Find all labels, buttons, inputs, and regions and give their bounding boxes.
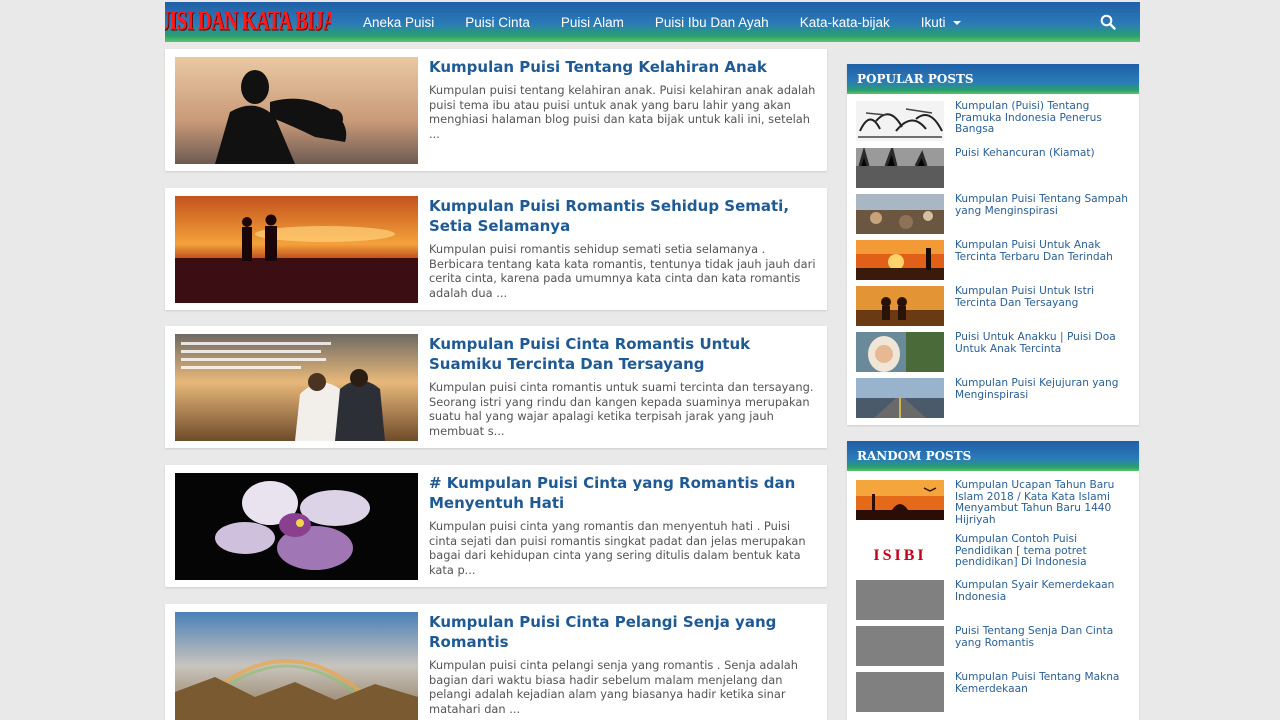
random-post-title: Kumpulan Puisi Tentang Makna Kemerdekaan (955, 671, 1120, 695)
post-card: # Kumpulan Puisi Cinta yang Romantis dan… (165, 465, 827, 587)
isibi-text: ISIBI (873, 547, 926, 564)
post-thumbnail[interactable] (175, 196, 418, 303)
random-post-item[interactable]: Kumpulan Ucapan Tahun Baru Islam 2018 / … (856, 479, 1136, 526)
popular-post-thumbnail (856, 286, 944, 326)
random-post-item[interactable]: ISIBI Kumpulan Contoh Puisi Pendidikan [… (856, 533, 1136, 574)
chevron-down-icon (952, 20, 961, 25)
popular-post-thumbnail (856, 240, 944, 280)
nav-kata-kata-bijak[interactable]: Kata-kata-bijak (800, 15, 890, 30)
random-posts-widget: RANDOM POSTS Kumpulan Ucapan Tahun Baru … (847, 441, 1139, 720)
post-excerpt: Kumpulan puisi cinta romantis untuk suam… (429, 380, 814, 438)
popular-post-item[interactable]: Kumpulan Puisi Untuk Anak Tercinta Terba… (856, 239, 1136, 280)
popular-post-title: Kumpulan (Puisi) Tentang Pramuka Indones… (955, 100, 1102, 136)
random-post-title: Puisi Tentang Senja Dan Cinta yang Roman… (955, 625, 1114, 649)
random-post-thumbnail (856, 672, 944, 712)
random-post-title: Kumpulan Contoh Puisi Pendidikan [ tema … (955, 533, 1087, 569)
nav-ikuti-dropdown[interactable]: Ikuti (921, 15, 961, 30)
post-thumbnail[interactable] (175, 57, 418, 164)
post-thumbnail[interactable] (175, 612, 418, 720)
popular-post-thumbnail (856, 194, 944, 234)
post-excerpt: Kumpulan puisi romantis sehidup semati s… (429, 242, 816, 300)
random-post-thumbnail (856, 580, 944, 620)
post-title[interactable]: Kumpulan Puisi Romantis Sehidup Semati, … (429, 196, 819, 236)
popular-post-item[interactable]: Kumpulan Puisi Kejujuran yang Menginspir… (856, 377, 1136, 418)
popular-post-thumbnail (856, 148, 944, 188)
popular-post-item[interactable]: Puisi Kehancuran (Kiamat) (856, 147, 1136, 188)
post-title[interactable]: Kumpulan Puisi Cinta Romantis Untuk Suam… (429, 334, 819, 374)
random-post-thumbnail: ISIBI (856, 534, 944, 574)
post-excerpt: Kumpulan puisi cinta pelangi senja yang … (429, 658, 798, 716)
top-navbar: PUISI DAN KATA BIJAK Aneka Puisi Puisi C… (165, 2, 1140, 42)
post-card: Kumpulan Puisi Cinta Pelangi Senja yang … (165, 604, 827, 720)
site-logo[interactable]: PUISI DAN KATA BIJAK (165, 0, 331, 51)
popular-post-title: Kumpulan Puisi Kejujuran yang Menginspir… (955, 377, 1119, 401)
random-posts-heading: RANDOM POSTS (847, 441, 1139, 471)
post-thumbnail[interactable] (175, 473, 418, 580)
post-excerpt: Kumpulan puisi tentang kelahiran anak. P… (429, 83, 816, 141)
popular-post-item[interactable]: Kumpulan Puisi Tentang Sampah yang Mengi… (856, 193, 1136, 234)
popular-post-thumbnail (856, 378, 944, 418)
post-thumbnail[interactable] (175, 334, 418, 441)
random-post-item[interactable]: Kumpulan Puisi Tentang Makna Kemerdekaan (856, 671, 1136, 712)
search-icon[interactable] (1100, 14, 1116, 30)
nav-puisi-ibu-dan-ayah[interactable]: Puisi Ibu Dan Ayah (655, 15, 769, 30)
nav-puisi-cinta[interactable]: Puisi Cinta (465, 15, 530, 30)
random-post-title: Kumpulan Ucapan Tahun Baru Islam 2018 / … (955, 479, 1115, 527)
post-card: Kumpulan Puisi Romantis Sehidup Semati, … (165, 188, 827, 310)
random-post-thumbnail (856, 480, 944, 520)
post-card: Kumpulan Puisi Tentang Kelahiran Anak Ku… (165, 49, 827, 171)
random-post-item[interactable]: Puisi Tentang Senja Dan Cinta yang Roman… (856, 625, 1136, 666)
main-menu: Aneka Puisi Puisi Cinta Puisi Alam Puisi… (363, 2, 992, 42)
popular-post-title: Kumpulan Puisi Untuk Anak Tercinta Terba… (955, 239, 1113, 263)
post-card: Kumpulan Puisi Cinta Romantis Untuk Suam… (165, 326, 827, 448)
random-post-thumbnail (856, 626, 944, 666)
popular-post-item[interactable]: Kumpulan (Puisi) Tentang Pramuka Indones… (856, 100, 1136, 141)
popular-post-title: Kumpulan Puisi Tentang Sampah yang Mengi… (955, 193, 1128, 217)
post-title[interactable]: Kumpulan Puisi Tentang Kelahiran Anak (429, 57, 819, 77)
popular-post-title: Puisi Untuk Anakku | Puisi Doa Untuk Ana… (955, 331, 1116, 355)
popular-post-thumbnail (856, 332, 944, 372)
popular-post-thumbnail (856, 101, 944, 141)
nav-puisi-alam[interactable]: Puisi Alam (561, 15, 624, 30)
nav-ikuti-label: Ikuti (920, 14, 946, 30)
popular-post-item[interactable]: Kumpulan Puisi Untuk Istri Tercinta Dan … (856, 285, 1136, 326)
post-title[interactable]: Kumpulan Puisi Cinta Pelangi Senja yang … (429, 612, 819, 652)
random-post-title: Kumpulan Syair Kemerdekaan Indonesia (955, 579, 1115, 603)
popular-posts-widget: POPULAR POSTS Kumpulan (Puisi) Tentang P… (847, 64, 1139, 425)
nav-aneka-puisi[interactable]: Aneka Puisi (363, 15, 434, 30)
post-title[interactable]: # Kumpulan Puisi Cinta yang Romantis dan… (429, 473, 819, 513)
random-post-item[interactable]: Kumpulan Syair Kemerdekaan Indonesia (856, 579, 1136, 620)
popular-post-title: Puisi Kehancuran (Kiamat) (955, 147, 1095, 159)
popular-post-item[interactable]: Puisi Untuk Anakku | Puisi Doa Untuk Ana… (856, 331, 1136, 372)
popular-post-title: Kumpulan Puisi Untuk Istri Tercinta Dan … (955, 285, 1095, 309)
popular-posts-heading: POPULAR POSTS (847, 64, 1139, 94)
post-excerpt: Kumpulan puisi cinta yang romantis dan m… (429, 519, 806, 577)
